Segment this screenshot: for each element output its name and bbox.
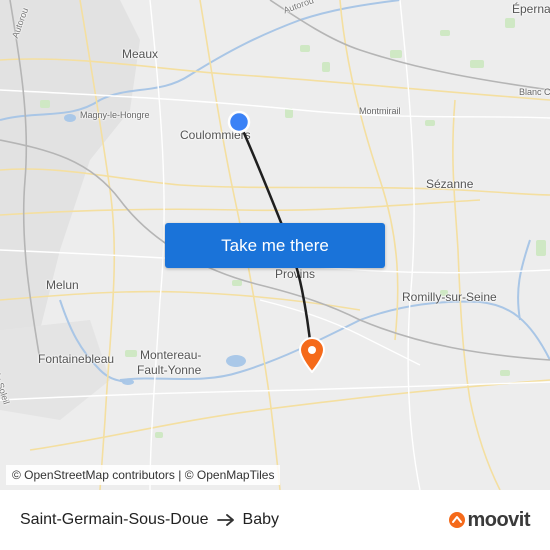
take-me-there-button[interactable]: Take me there xyxy=(165,223,385,268)
label-fontainebleau: Fontainebleau xyxy=(38,352,115,366)
map-view[interactable]: Épernay Meaux Magny-le-Hongre Coulommier… xyxy=(0,0,550,490)
moovit-wordmark: moovit xyxy=(467,508,530,531)
label-blanc: Blanc C xyxy=(519,87,550,97)
destination-name: Baby xyxy=(242,511,279,528)
moovit-logo-icon xyxy=(449,512,466,528)
label-epernay: Épernay xyxy=(512,2,550,16)
label-meaux: Meaux xyxy=(122,47,159,61)
label-romilly-sur-seine: Romilly-sur-Seine xyxy=(402,290,497,304)
origin-name: Saint-Germain-Sous-Doue xyxy=(20,511,209,528)
label-sezanne: Sézanne xyxy=(426,177,474,191)
destination-pin-icon[interactable] xyxy=(298,336,326,373)
route-summary: Saint-Germain-Sous-Doue Baby xyxy=(20,490,279,550)
label-melun: Melun xyxy=(46,278,79,292)
label-montereau-line2: Fault-Yonne xyxy=(137,363,202,377)
label-provins: Provins xyxy=(275,267,316,281)
label-montmirail: Montmirail xyxy=(359,106,401,116)
map-attribution[interactable]: © OpenStreetMap contributors | © OpenMap… xyxy=(6,465,281,485)
arrow-right-icon xyxy=(216,514,234,526)
origin-marker-icon[interactable] xyxy=(227,110,251,134)
footer-bar: Saint-Germain-Sous-Doue Baby moovit xyxy=(0,490,550,550)
moovit-logo: moovit xyxy=(449,490,530,550)
label-montereau-line1: Montereau- xyxy=(140,348,202,362)
label-magny-le-hongre: Magny-le-Hongre xyxy=(80,110,150,120)
